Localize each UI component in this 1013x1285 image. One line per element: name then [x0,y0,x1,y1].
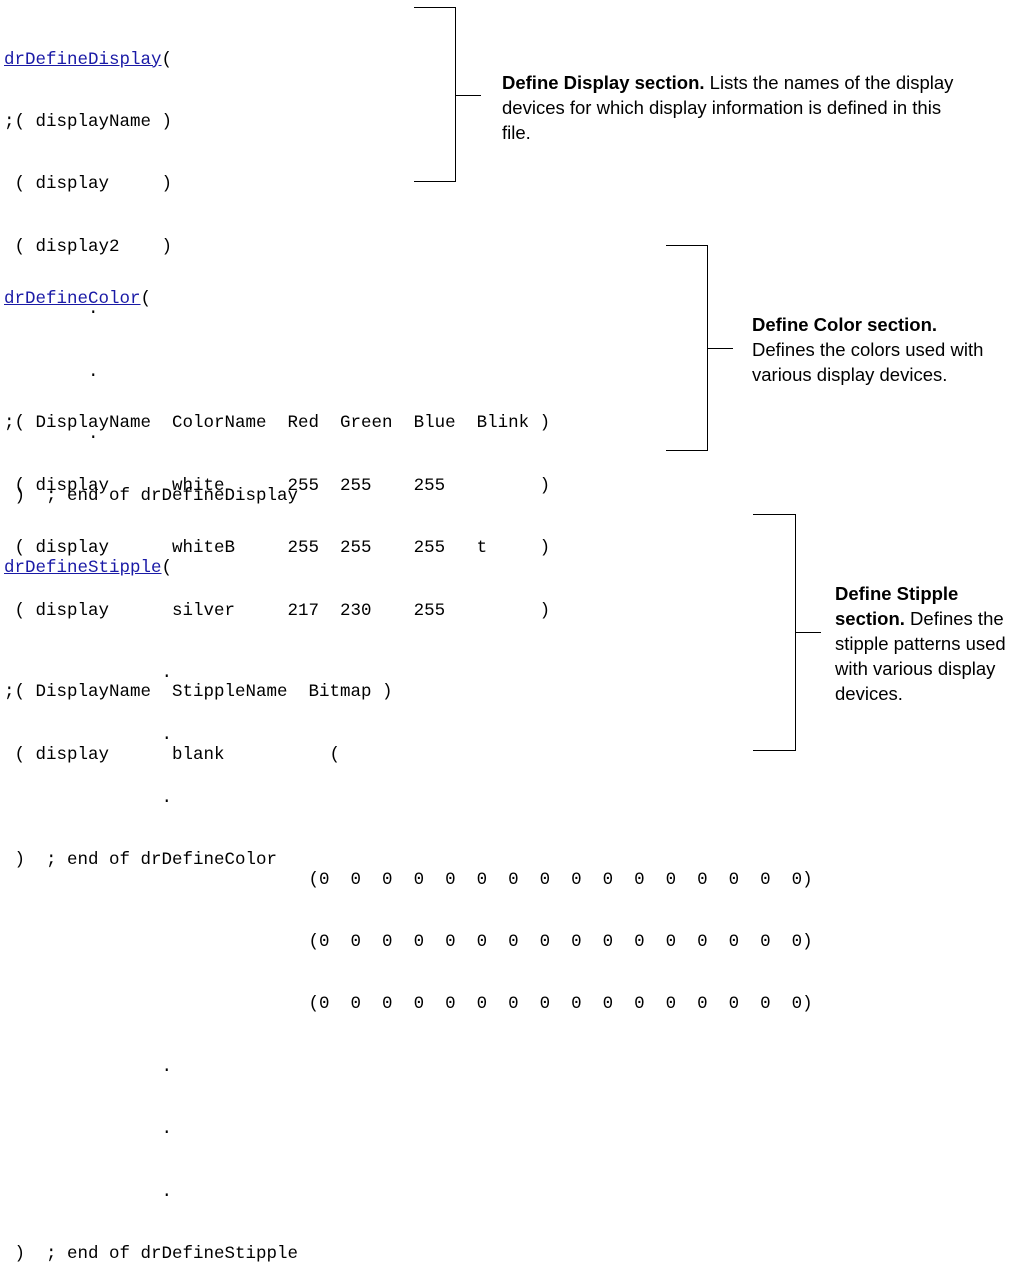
display-note-title: Define Display section. [502,72,705,93]
code-line: ( display ) [4,174,173,195]
stipple-bracket [753,514,796,751]
code-line: ( display white 255 255 255 ) [4,475,551,496]
drDefineColor-link[interactable]: drDefineColor [4,289,141,309]
code-line: (0 0 0 0 0 0 0 0 0 0 0 0 0 0 0 0) [4,869,813,890]
stipple-header-line: drDefineStipple( [4,557,173,578]
color-note-title: Define Color section. [752,314,938,335]
code-line: ( display blank ( [4,744,341,765]
stipple-code-block: drDefineStipple( ;( DisplayName StippleN… [4,516,813,1285]
display-bracket-tick [456,95,481,96]
code-line: ) ; end of drDefineStipple [4,1243,299,1264]
stipple-bracket-tick [796,632,821,633]
color-note-text: Defines the colors used with various dis… [752,339,984,385]
color-section-note: Define Color section. Defines the colors… [752,312,984,387]
drDefineStipple-link[interactable]: drDefineStipple [4,558,162,578]
code-line: (0 0 0 0 0 0 0 0 0 0 0 0 0 0 0 0) [4,931,813,952]
display-bracket [414,7,456,182]
display-section-note: Define Display section. Lists the names … [502,70,972,145]
color-header-line: drDefineColor( [4,288,152,309]
code-line: (0 0 0 0 0 0 0 0 0 0 0 0 0 0 0 0) [4,994,813,1015]
color-bracket [666,245,708,451]
code-line: ;( DisplayName ColorName Red Green Blue … [4,413,551,434]
color-bracket-tick [708,348,733,349]
display-header-line: drDefineDisplay( [4,49,173,70]
code-line: ;( DisplayName StippleName Bitmap ) [4,682,393,703]
stipple-section-note: Define Stipple section. Defines the stip… [835,581,1009,706]
drDefineDisplay-link[interactable]: drDefineDisplay [4,50,162,70]
code-line: . [4,1056,173,1077]
code-line: ;( displayName ) [4,111,173,132]
code-line: . [4,1119,173,1140]
code-line: . [4,1181,173,1202]
